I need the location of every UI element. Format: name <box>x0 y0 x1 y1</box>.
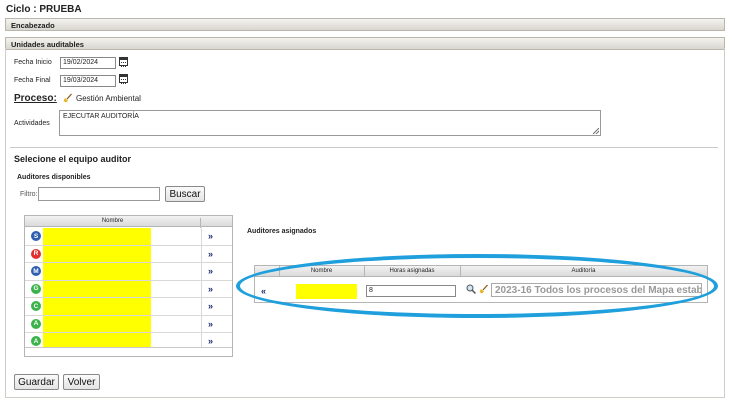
filtro-label: Filtro: <box>20 191 38 198</box>
actividades-textarea[interactable]: EJECUTAR AUDITORÍA <box>59 110 601 136</box>
redacted-name-highlight <box>43 298 151 315</box>
add-auditor-button[interactable]: » <box>208 319 213 329</box>
auditores-asignados-title: Auditores asignados <box>247 228 317 235</box>
auditor-badge: M <box>31 266 41 276</box>
list-item[interactable]: A» <box>25 315 232 333</box>
proceso-label: Proceso: <box>14 93 57 104</box>
column-header-nombre: Nombre <box>25 218 201 228</box>
add-auditor-button[interactable]: » <box>208 266 213 276</box>
fecha-inicio-input[interactable]: 19/02/2024 <box>60 57 116 69</box>
equipo-auditor-title: Selecione el equipo auditor <box>14 154 132 164</box>
column-header-nombre: Nombre <box>310 268 333 274</box>
redacted-name-highlight <box>43 263 151 280</box>
auditor-badge: A <box>31 318 41 329</box>
actividades-value: EJECUTAR AUDITORÍA <box>63 113 139 120</box>
auditores-disponibles-title: Auditores disponibles <box>17 174 91 181</box>
auditor-badge: R <box>31 248 41 259</box>
list-item[interactable]: C» <box>25 298 232 316</box>
redacted-name-highlight <box>296 284 357 299</box>
add-auditor-button[interactable]: » <box>208 231 213 241</box>
broom-icon <box>63 93 72 103</box>
list-item[interactable]: R» <box>25 245 232 263</box>
column-header-auditoria: Auditoría <box>571 268 596 274</box>
auditor-badge: G <box>31 283 41 294</box>
divider <box>10 147 718 148</box>
auditor-badge: S <box>31 231 41 241</box>
auditor-badge: C <box>31 301 41 311</box>
horas-asignadas-input[interactable]: 8 <box>366 285 456 297</box>
list-item[interactable]: G» <box>25 280 232 298</box>
calendar-icon[interactable] <box>119 74 128 84</box>
fecha-final-input[interactable]: 19/03/2024 <box>60 75 116 87</box>
table-footer <box>25 347 232 356</box>
column-header-horas: Horas asignadas <box>389 268 435 274</box>
guardar-button[interactable]: Guardar <box>14 374 59 390</box>
add-auditor-button[interactable]: » <box>208 336 213 346</box>
auditor-badge: M <box>285 286 291 294</box>
magnifier-icon[interactable] <box>466 284 476 294</box>
proceso-value: Gestión Ambiental <box>76 94 141 103</box>
add-auditor-button[interactable]: » <box>208 249 213 259</box>
redacted-name-highlight <box>43 228 151 245</box>
add-auditor-button[interactable]: » <box>208 284 213 294</box>
resize-grip-icon[interactable] <box>593 128 599 134</box>
list-item[interactable]: S» <box>25 228 232 246</box>
table-header: Nombre Horas asignadas Auditoría <box>255 266 707 277</box>
redacted-name-highlight <box>43 280 151 297</box>
actividades-label: Actividades <box>14 120 50 127</box>
volver-button[interactable]: Volver <box>63 374 100 390</box>
fecha-final-label: Fecha Final <box>14 77 51 84</box>
buscar-button[interactable]: Buscar <box>165 186 205 202</box>
page-title: Ciclo : PRUEBA <box>6 4 82 15</box>
redacted-name-highlight <box>43 245 151 262</box>
section-encabezado[interactable]: Encabezado <box>5 18 725 31</box>
add-auditor-button[interactable]: » <box>208 301 213 311</box>
list-item[interactable]: M» <box>25 263 232 281</box>
table-header: Nombre <box>25 216 232 228</box>
redacted-name-highlight <box>43 315 151 332</box>
fecha-inicio-label: Fecha Inicio <box>14 59 52 66</box>
remove-auditor-button[interactable]: « <box>261 286 266 296</box>
calendar-icon[interactable] <box>119 57 128 67</box>
auditor-badge: A <box>31 336 41 346</box>
broom-icon[interactable] <box>479 284 489 294</box>
filtro-input[interactable] <box>38 187 160 201</box>
auditoria-field[interactable]: 2023-16 Todos los procesos del Mapa esta… <box>491 283 702 297</box>
auditores-disponibles-table: Nombre S» R» M» G» C» A» A» <box>24 215 233 357</box>
